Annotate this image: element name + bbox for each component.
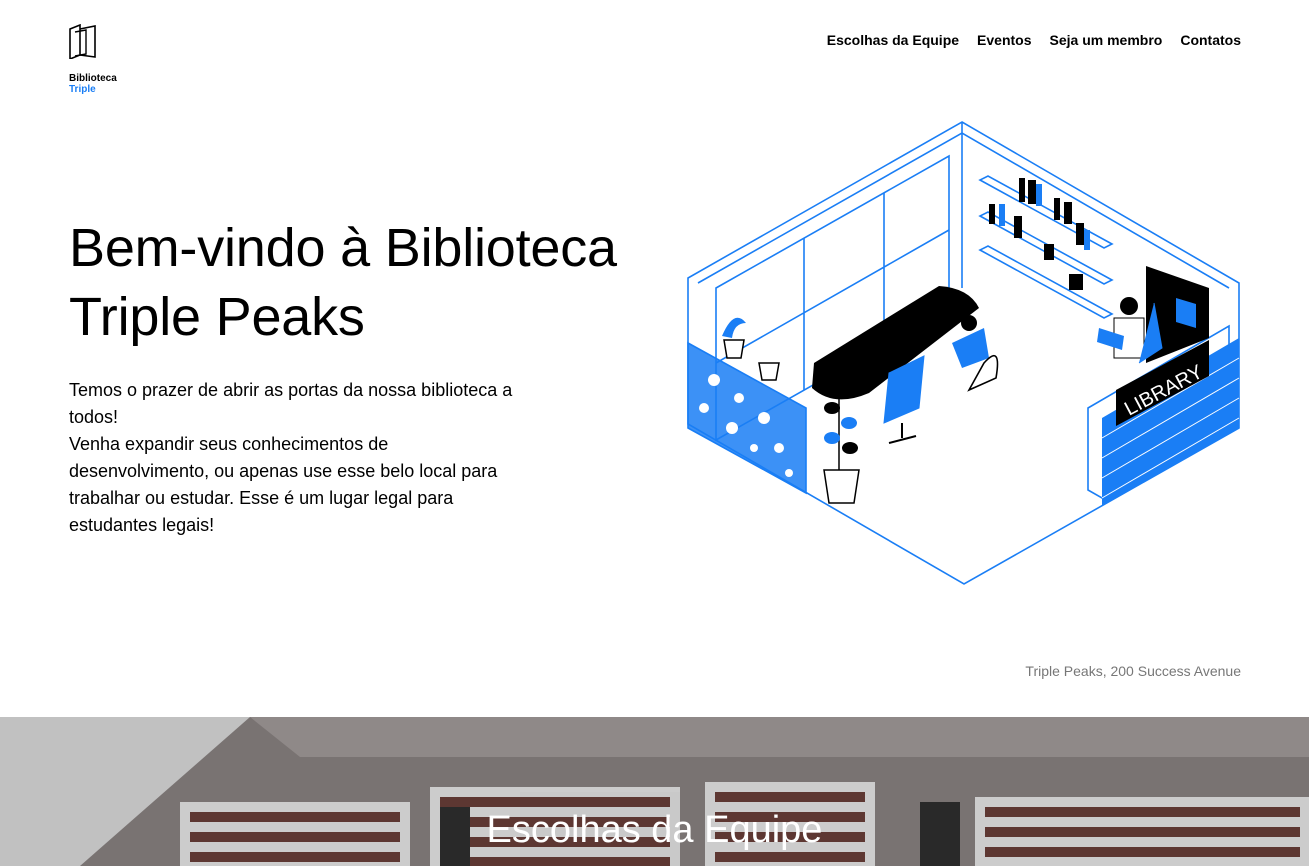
section-title: Escolhas da Equipe (486, 809, 823, 851)
nav-link-contatos[interactable]: Contatos (1180, 32, 1241, 48)
nav-link-eventos[interactable]: Eventos (977, 32, 1031, 48)
address-text: Triple Peaks, 200 Success Avenue (1025, 663, 1241, 679)
logo[interactable]: Biblioteca Triple (69, 24, 139, 95)
nav-link-membro[interactable]: Seja um membro (1050, 32, 1163, 48)
hero-paragraph-1: Temos o prazer de abrir as portas da nos… (69, 380, 513, 427)
nav-link-escolhas[interactable]: Escolhas da Equipe (827, 32, 959, 48)
logo-text-line1: Biblioteca (69, 73, 117, 84)
hero-paragraph-2: Venha expandir seus conhecimentos de des… (69, 434, 498, 535)
logo-icon (69, 24, 96, 59)
logo-text-line2: Triple (69, 84, 96, 95)
hero-title: Bem-vindo à Biblioteca Triple Peaks (69, 218, 617, 347)
hero-description: Temos o prazer de abrir as portas da nos… (69, 377, 524, 539)
main-nav: Escolhas da Equipe Eventos Seja um membr… (827, 32, 1241, 48)
library-illustration: LIBRARY (687, 121, 1240, 585)
